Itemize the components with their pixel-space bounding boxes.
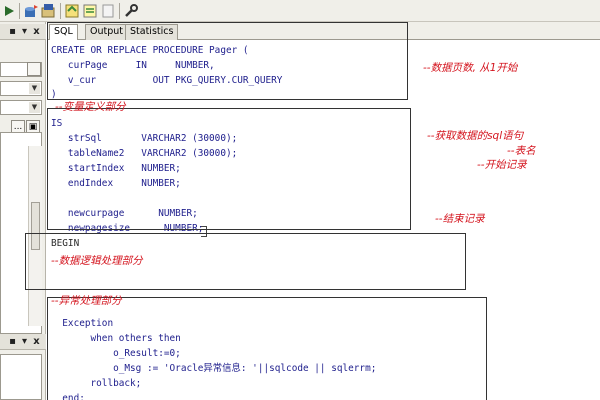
toolbar: [0, 0, 600, 22]
annotation-start-record: --开始记录: [477, 159, 527, 171]
doc-icon[interactable]: [82, 3, 98, 19]
toolbar-separator: [60, 3, 61, 19]
panel-header: ▪ ▾ x: [0, 24, 46, 40]
chevron-down-icon[interactable]: ▼: [29, 102, 40, 113]
chevron-down-icon[interactable]: ▼: [29, 83, 40, 94]
secondary-list[interactable]: [0, 354, 42, 400]
panel-header: ▪ ▾ x: [0, 334, 46, 350]
toolbar-separator: [19, 3, 20, 19]
annotation-logic-section: --数据逻辑处理部分: [51, 255, 143, 267]
page-icon[interactable]: [100, 3, 116, 19]
close-icon[interactable]: x: [30, 25, 43, 38]
run-icon[interactable]: [2, 3, 18, 19]
annotation-table-name: --表名: [507, 145, 536, 157]
filter-button[interactable]: [27, 62, 41, 76]
toolbar-separator: [119, 3, 120, 19]
owner-select[interactable]: ▼: [0, 100, 42, 115]
annotation-end-record: --结束记录: [435, 213, 485, 225]
annotation-box-exception: [47, 297, 487, 400]
sql-editor[interactable]: CREATE OR REPLACE PROCEDURE Pager ( curP…: [25, 22, 600, 400]
annotation-get-sql: --获取数据的sql语句: [427, 130, 524, 142]
annotation-exception-section: --异常处理部分: [51, 295, 122, 307]
new-icon[interactable]: [64, 3, 80, 19]
close-icon[interactable]: x: [30, 335, 43, 348]
annotation-box-params: [47, 22, 408, 100]
annotation-var-section: --变量定义部分: [55, 101, 126, 113]
left-panel: ▪ ▾ x ▼ ▼ ... ▣ ▪ ▾ x: [0, 22, 46, 400]
object-type-select[interactable]: ▼: [0, 81, 42, 96]
db-icon[interactable]: [23, 3, 39, 19]
annotation-page-count: --数据页数, 从1开始: [423, 62, 518, 74]
wrench-icon[interactable]: [123, 3, 139, 19]
save-icon[interactable]: [41, 3, 57, 19]
annotation-box-variables: [47, 108, 411, 230]
